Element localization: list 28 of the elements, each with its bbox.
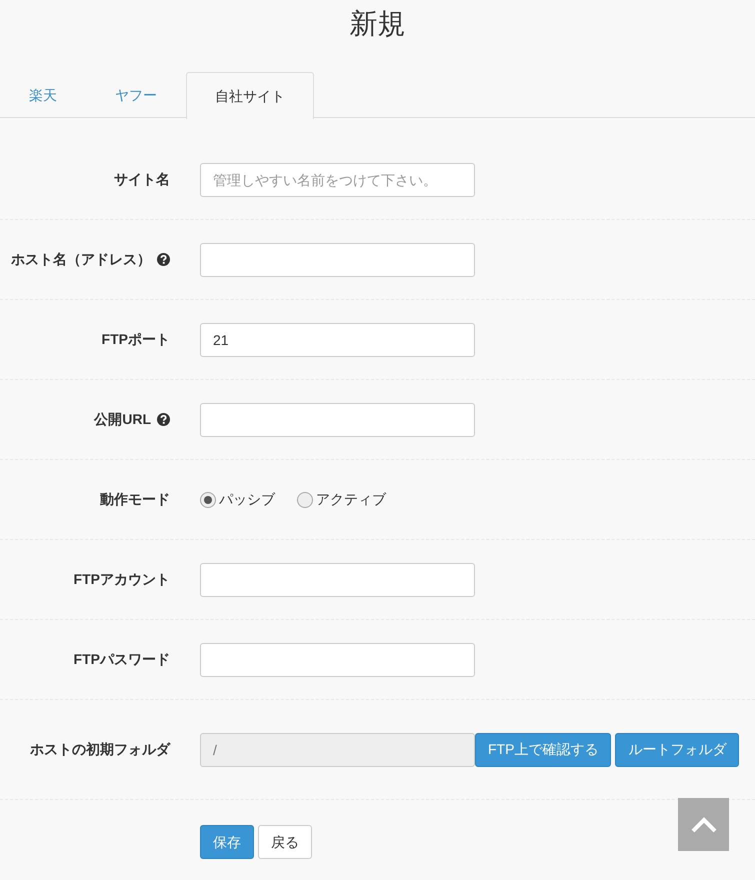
input-field[interactable] [200, 642, 475, 676]
field-label: ホストの初期フォルダ [30, 740, 170, 759]
field-label: ホスト名（アドレス） [11, 250, 151, 269]
field-label: サイト名 [114, 170, 170, 189]
field-label: FTPパスワード [74, 650, 170, 669]
help-icon [157, 253, 170, 266]
field-label: FTPアカウント [74, 570, 170, 589]
radio-button[interactable] [200, 492, 216, 508]
radio-button[interactable] [297, 492, 313, 508]
input-field[interactable]: 21 [200, 322, 475, 356]
scroll-top-button[interactable] [678, 798, 729, 851]
radio-label: パッシブ [219, 490, 275, 509]
input-field[interactable] [200, 242, 475, 276]
back-button[interactable]: 戻る [258, 825, 312, 859]
tab[interactable]: 自社サイト [186, 72, 314, 119]
field-label: 公開URL [94, 410, 151, 429]
radio-label: アクティブ [316, 490, 386, 509]
chevron-up-icon [690, 816, 718, 834]
input-field[interactable]: 管理しやすい名前をつけて下さい。 [200, 162, 475, 196]
help-icon [157, 413, 170, 426]
field-label: 動作モード [100, 490, 170, 509]
save-button[interactable]: 保存 [200, 825, 254, 859]
input-field[interactable] [200, 562, 475, 596]
page-title: 新規 [348, 7, 406, 41]
tab[interactable]: ヤフー [86, 72, 186, 118]
field-label: FTPポート [102, 330, 170, 349]
input-field[interactable] [200, 402, 475, 436]
tab[interactable]: 楽天 [0, 72, 86, 118]
